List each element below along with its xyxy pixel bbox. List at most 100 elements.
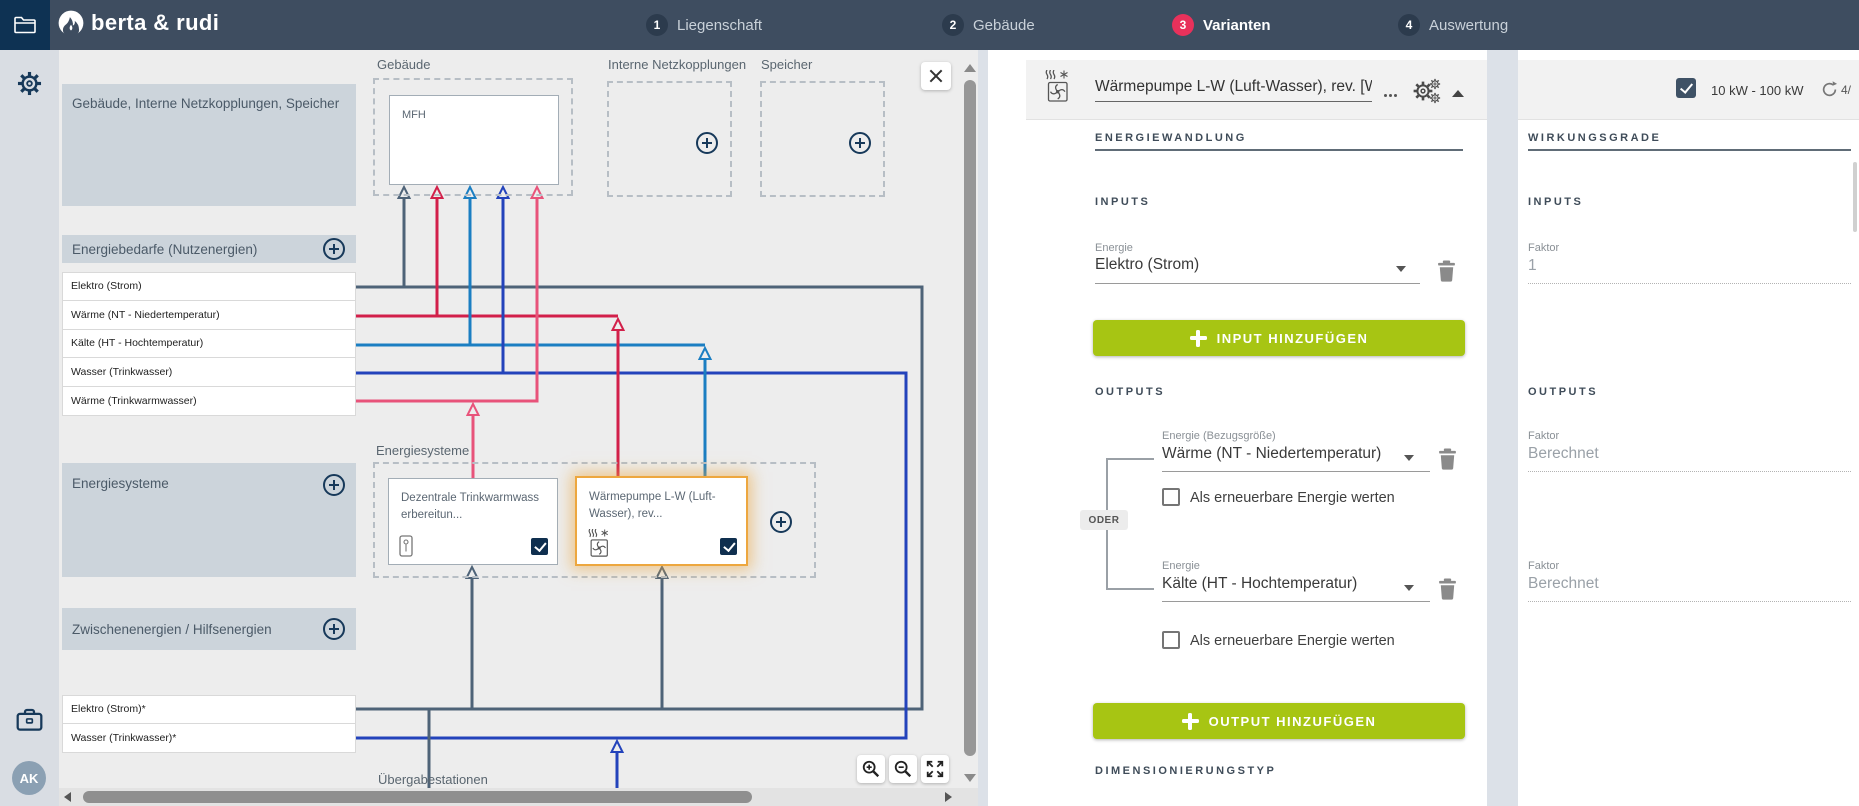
refresh-counter: 4/ bbox=[1841, 83, 1851, 97]
group-label-uebergabestationen: Übergabestationen bbox=[378, 772, 488, 787]
faktor-value[interactable]: 1 bbox=[1528, 257, 1537, 275]
section-label: Energiebedarfe (Nutzenergien) bbox=[72, 242, 257, 257]
node-label: Wärmepumpe L-W (Luft-Wasser), rev... bbox=[577, 478, 746, 524]
horizontal-scrollbar[interactable] bbox=[59, 788, 978, 806]
scroll-up-arrow[interactable] bbox=[964, 64, 976, 72]
plus-icon bbox=[1190, 330, 1207, 347]
step-label: Varianten bbox=[1203, 17, 1271, 34]
faktor-label: Faktor bbox=[1528, 430, 1559, 442]
section-title-energiewandlung: ENERGIEWANDLUNG bbox=[1095, 132, 1247, 144]
renewable-energy-label: Als erneuerbare Energie werten bbox=[1190, 633, 1395, 649]
panel-scroll-thumb[interactable] bbox=[1853, 162, 1857, 232]
section-label: Gebäude, Interne Netzkopplungen, Speiche… bbox=[72, 96, 339, 111]
scroll-down-arrow[interactable] bbox=[964, 774, 976, 782]
field-dotted-underline bbox=[1528, 471, 1851, 472]
step-gebaeude[interactable]: 2 Gebäude bbox=[942, 14, 1035, 36]
list-item[interactable]: Wasser (Trinkwasser) bbox=[62, 358, 356, 387]
output-energy-select[interactable]: Kälte (HT - Hochtemperatur) bbox=[1162, 575, 1357, 593]
output-energy-select[interactable]: Wärme (NT - Niedertemperatur) bbox=[1162, 445, 1381, 463]
energy-label: Wasser (Trinkwasser)* bbox=[71, 732, 176, 744]
node-waermepumpe[interactable]: Wärmepumpe L-W (Luft-Wasser), rev... bbox=[575, 476, 748, 566]
add-input-label: INPUT HINZUFÜGEN bbox=[1217, 331, 1369, 346]
heat-pump-icon bbox=[1044, 70, 1071, 102]
vertical-scrollbar[interactable] bbox=[962, 50, 978, 806]
chevron-down-icon[interactable] bbox=[1404, 455, 1414, 461]
node-label: Dezentrale Trinkwarmwasserbereitun... bbox=[389, 479, 557, 525]
refresh-icon[interactable] bbox=[1821, 81, 1838, 98]
diagram-canvas[interactable]: Gebäude, Interne Netzkopplungen, Speiche… bbox=[59, 50, 978, 806]
app-root: berta & rudi 1 Liegenschaft 2 Gebäude 3 … bbox=[0, 0, 1859, 806]
list-item[interactable]: Wasser (Trinkwasser)* bbox=[62, 724, 356, 753]
chevron-down-icon[interactable] bbox=[1404, 585, 1414, 591]
add-zwischenenergie-button[interactable] bbox=[323, 618, 345, 640]
fit-view-button[interactable] bbox=[921, 755, 949, 783]
energy-label: Elektro (Strom)* bbox=[71, 703, 146, 715]
energy-row-list: Elektro (Strom) Wärme (NT - Niedertemper… bbox=[62, 272, 356, 416]
scroll-left-arrow[interactable] bbox=[64, 792, 71, 802]
node-active-checkbox[interactable] bbox=[531, 538, 548, 555]
renewable-energy-checkbox[interactable] bbox=[1162, 488, 1180, 506]
power-range-checkbox[interactable] bbox=[1676, 78, 1696, 98]
briefcase-icon[interactable] bbox=[16, 706, 43, 733]
renewable-energy-label: Als erneuerbare Energie werten bbox=[1190, 490, 1395, 506]
close-canvas-button[interactable] bbox=[921, 62, 951, 90]
inputs-header: INPUTS bbox=[1528, 196, 1583, 208]
list-item[interactable]: Wärme (NT - Niedertemperatur) bbox=[62, 301, 356, 330]
heat-pump-icon bbox=[587, 529, 611, 557]
input-energy-select[interactable]: Elektro (Strom) bbox=[1095, 256, 1199, 274]
collapse-panel-icon[interactable] bbox=[1452, 90, 1464, 97]
renewable-energy-checkbox[interactable] bbox=[1162, 631, 1180, 649]
horizontal-scroll-thumb[interactable] bbox=[83, 791, 752, 803]
scroll-right-arrow[interactable] bbox=[945, 792, 952, 802]
step-number: 1 bbox=[646, 14, 668, 36]
add-netzkopplung-button[interactable] bbox=[696, 132, 718, 154]
group-label-speicher: Speicher bbox=[761, 57, 812, 72]
more-options-icon[interactable] bbox=[1384, 94, 1387, 97]
step-liegenschaft[interactable]: 1 Liegenschaft bbox=[646, 14, 762, 36]
step-varianten[interactable]: 3 Varianten bbox=[1172, 14, 1271, 36]
section-label: Zwischenenergien / Hilfsenergien bbox=[72, 622, 272, 637]
logo-flame-icon bbox=[57, 9, 85, 37]
add-speicher-button[interactable] bbox=[849, 132, 871, 154]
delete-output-button[interactable] bbox=[1438, 578, 1457, 600]
zoom-out-button[interactable] bbox=[889, 755, 917, 783]
list-item[interactable]: Kälte (HT - Hochtemperatur) bbox=[62, 330, 356, 359]
faktor-label: Faktor bbox=[1528, 242, 1559, 254]
system-name-input[interactable]: Wärmepumpe L-W (Luft-Wasser), rev. [W bbox=[1095, 78, 1372, 102]
step-number: 2 bbox=[942, 14, 964, 36]
list-item[interactable]: Elektro (Strom)* bbox=[62, 695, 356, 724]
node-mfh[interactable]: MFH bbox=[389, 95, 559, 185]
chevron-down-icon[interactable] bbox=[1396, 266, 1406, 272]
add-energiesystem-node-button[interactable] bbox=[770, 511, 792, 533]
step-auswertung[interactable]: 4 Auswertung bbox=[1398, 14, 1508, 36]
delete-input-button[interactable] bbox=[1437, 260, 1456, 282]
node-active-checkbox[interactable] bbox=[720, 538, 737, 555]
zoom-in-button[interactable] bbox=[857, 755, 885, 783]
oder-bracket bbox=[1106, 588, 1154, 590]
add-input-button[interactable]: INPUT HINZUFÜGEN bbox=[1093, 320, 1465, 356]
settings-gear-icon[interactable] bbox=[16, 70, 43, 97]
step-label: Liegenschaft bbox=[677, 17, 762, 34]
list-item[interactable]: Elektro (Strom) bbox=[62, 272, 356, 301]
add-energiesystem-button[interactable] bbox=[323, 474, 345, 496]
add-energiebedarf-button[interactable] bbox=[323, 238, 345, 260]
zoom-out-icon bbox=[893, 759, 913, 779]
input-energy-label: Energie bbox=[1095, 242, 1133, 254]
zoom-in-icon bbox=[861, 759, 881, 779]
faktor-value: Berechnet bbox=[1528, 445, 1599, 463]
faktor-label: Faktor bbox=[1528, 560, 1559, 572]
settings-gears-icon[interactable] bbox=[1412, 78, 1446, 108]
group-label-gebaeude: Gebäude bbox=[377, 57, 431, 72]
vertical-scroll-thumb[interactable] bbox=[964, 80, 976, 756]
fit-view-icon bbox=[925, 759, 945, 779]
gear-icon bbox=[1429, 92, 1441, 104]
energy-label: Wasser (Trinkwasser) bbox=[71, 366, 172, 378]
open-project-button[interactable] bbox=[0, 0, 50, 50]
logo-text: berta & rudi bbox=[91, 10, 219, 36]
user-avatar[interactable]: AK bbox=[12, 761, 46, 795]
oder-bracket bbox=[1106, 458, 1154, 460]
delete-output-button[interactable] bbox=[1438, 448, 1457, 470]
add-output-button[interactable]: OUTPUT HINZUFÜGEN bbox=[1093, 703, 1465, 739]
list-item[interactable]: Wärme (Trinkwarmwasser) bbox=[62, 387, 356, 416]
node-dezentrale-trinkwarmwasser[interactable]: Dezentrale Trinkwarmwasserbereitun... bbox=[388, 478, 558, 565]
